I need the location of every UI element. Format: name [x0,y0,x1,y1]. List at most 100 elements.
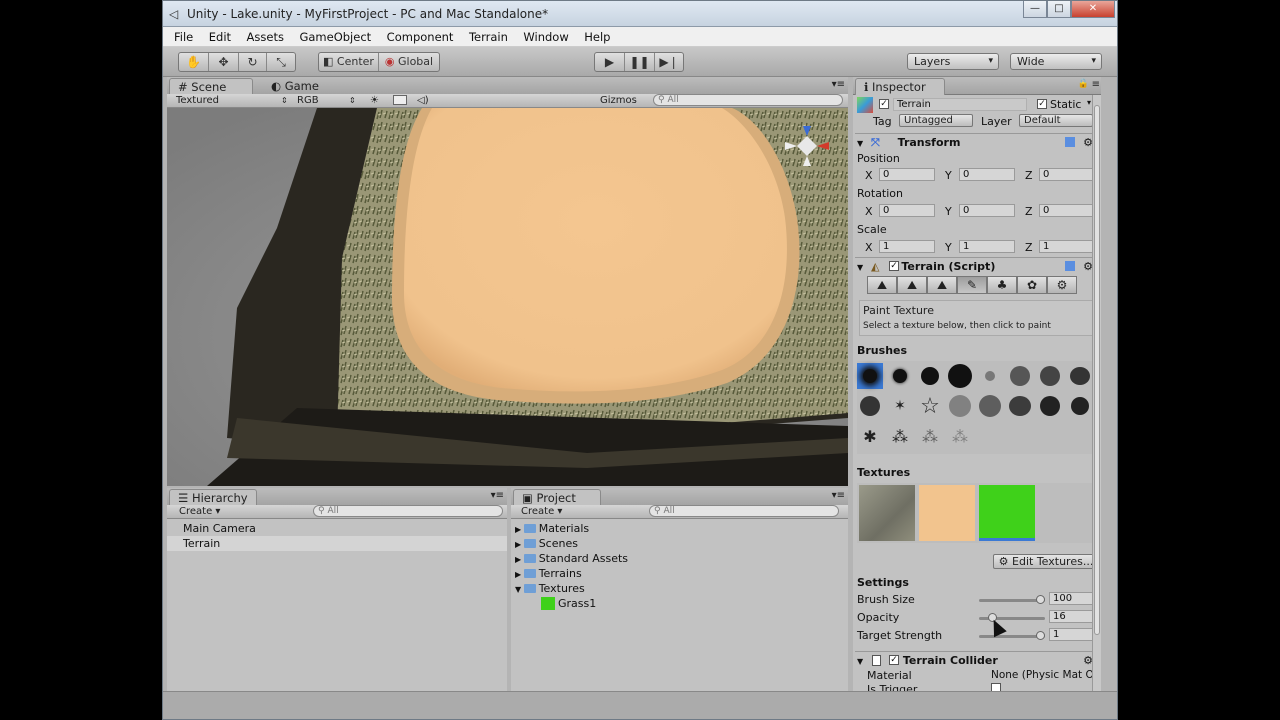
expand-arrow-icon[interactable]: ▶ [515,525,524,534]
brush-round-large-icon[interactable] [947,363,973,389]
tab-project[interactable]: ▣ Project [513,489,601,506]
foldout-arrow-icon[interactable]: ▼ [857,139,863,148]
brush-star-small-icon[interactable]: ✶ [887,393,913,419]
hierarchy-item-terrain[interactable]: Terrain [167,536,507,551]
move-tool-icon[interactable]: ✥ [209,53,239,71]
layers-dropdown[interactable]: Layers [907,53,999,70]
scene-viewport[interactable] [167,108,848,486]
paint-details-tool-icon[interactable]: ✿ [1017,276,1047,294]
brush-star-icon[interactable]: ☆ [917,393,943,419]
rotation-x-field[interactable]: 0 [879,204,935,217]
menu-terrain[interactable]: Terrain [469,27,508,47]
brush-noise-icon[interactable] [1007,363,1033,389]
menu-component[interactable]: Component [387,27,454,47]
brush-round-medium-icon[interactable] [917,363,943,389]
rotation-y-field[interactable]: 0 [959,204,1015,217]
material-field[interactable]: None (Physic Mat O [991,669,1094,681]
maximize-button[interactable]: □ [1047,1,1071,18]
close-button[interactable]: ✕ [1071,1,1115,18]
project-item-scenes[interactable]: ▶ Scenes [511,536,848,551]
texture-sand-thumbnail[interactable] [919,485,975,541]
object-name-field[interactable]: Terrain [893,98,1027,111]
brush-splat-icon[interactable] [1067,393,1093,419]
target-strength-field[interactable]: 1 [1049,628,1095,641]
expand-arrow-icon[interactable]: ▶ [515,570,524,579]
hierarchy-item-main-camera[interactable]: Main Camera [167,521,507,536]
paint-texture-tool-icon[interactable]: ✎ [957,276,987,294]
collider-enabled-checkbox[interactable]: ✓ [889,655,899,665]
brush-soft-icon[interactable] [857,363,883,389]
collapse-arrow-icon[interactable]: ▼ [515,585,524,594]
audio-toggle-icon[interactable]: ◁) [417,94,429,107]
brush-dots-icon[interactable]: ⁂ [887,423,913,449]
project-item-textures[interactable]: ▼ Textures [511,581,848,596]
tab-scene[interactable]: # Scene [169,78,253,95]
terrain-script-enabled-checkbox[interactable]: ✓ [889,261,899,271]
project-item-materials[interactable]: ▶ Materials [511,521,848,536]
brush-bug-icon[interactable]: ✱ [857,423,883,449]
project-menu-icon[interactable]: ▾≡ [832,490,845,501]
scale-y-field[interactable]: 1 [959,240,1015,253]
edit-textures-button[interactable]: ⚙ Edit Textures... [993,554,1095,569]
menu-help[interactable]: Help [584,27,610,47]
inspector-scrollbar-thumb[interactable] [1094,105,1100,635]
tab-hierarchy[interactable]: ☰ Hierarchy [169,489,257,506]
is-trigger-checkbox[interactable] [991,683,1001,691]
lock-icon[interactable]: 🔒 [1078,79,1089,89]
brush-splat-icon[interactable] [1037,393,1063,419]
project-item-standard-assets[interactable]: ▶ Standard Assets [511,551,848,566]
brush-dots-icon[interactable]: ⁂ [947,423,973,449]
layout-dropdown[interactable]: Wide [1010,53,1102,70]
terrain-collider-header[interactable]: ▼ ✓ Terrain Collider ⚙ [855,651,1099,668]
project-item-terrains[interactable]: ▶ Terrains [511,566,848,581]
hierarchy-create-dropdown[interactable]: Create ▾ [179,505,220,518]
terrain-script-header[interactable]: ▼ ◭ ✓ Terrain (Script) ⚙ [855,257,1099,274]
brush-noise-icon[interactable] [1037,363,1063,389]
brush-noise-icon[interactable] [977,363,1003,389]
brush-texture-icon[interactable] [947,393,973,419]
static-checkbox[interactable]: ✓ [1037,99,1047,109]
rotation-z-field[interactable]: 0 [1039,204,1095,217]
position-x-field[interactable]: 0 [879,168,935,181]
position-z-field[interactable]: 0 [1039,168,1095,181]
pivot-global-button[interactable]: ◉ Global [379,53,439,71]
paint-height-tool-icon[interactable]: ⛰ [897,276,927,294]
color-mode-dropdown[interactable]: RGB [297,94,319,107]
panel-menu-icon[interactable]: ▾≡ [832,79,845,90]
layer-dropdown[interactable]: Default [1019,114,1093,127]
expand-arrow-icon[interactable]: ▶ [515,555,524,564]
brush-round-small-icon[interactable] [887,363,913,389]
menu-window[interactable]: Window [523,27,568,47]
brush-size-slider-knob[interactable] [1036,595,1045,604]
active-checkbox[interactable]: ✓ [879,99,889,109]
terrain-settings-tool-icon[interactable]: ⚙ [1047,276,1077,294]
scene-search-input[interactable]: ⚲ All [653,94,843,106]
scale-x-field[interactable]: 1 [879,240,935,253]
menu-gameobject[interactable]: GameObject [299,27,371,47]
help-book-icon[interactable] [1065,137,1075,147]
rotate-tool-icon[interactable]: ↻ [239,53,267,71]
brush-texture-icon[interactable] [977,393,1003,419]
project-create-dropdown[interactable]: Create ▾ [521,505,562,518]
raise-lower-tool-icon[interactable]: ⛰ [867,276,897,294]
target-strength-slider-knob[interactable] [1036,631,1045,640]
inspector-scrollbar[interactable] [1092,95,1101,691]
step-icon[interactable]: ▶❘ [655,53,683,71]
image-toggle-icon[interactable] [393,95,407,105]
hierarchy-search-input[interactable]: ⚲ All [313,505,503,517]
static-dropdown-icon[interactable]: ▾ [1087,98,1091,107]
scale-tool-icon[interactable]: ⤡ [267,53,295,71]
play-icon[interactable]: ▶ [595,53,625,71]
opacity-field[interactable]: 16 [1049,610,1095,623]
texture-rock-thumbnail[interactable] [859,485,915,541]
pivot-center-button[interactable]: ◧ Center [319,53,379,71]
help-book-icon[interactable] [1065,261,1075,271]
smooth-height-tool-icon[interactable]: ⛰ [927,276,957,294]
scale-z-field[interactable]: 1 [1039,240,1095,253]
project-search-input[interactable]: ⚲ All [649,505,839,517]
minimize-button[interactable]: — [1023,1,1047,18]
tab-inspector[interactable]: ℹ Inspector [855,78,945,95]
render-mode-dropdown[interactable]: Textured [176,94,219,107]
menu-assets[interactable]: Assets [247,27,284,47]
pause-icon[interactable]: ❚❚ [625,53,655,71]
